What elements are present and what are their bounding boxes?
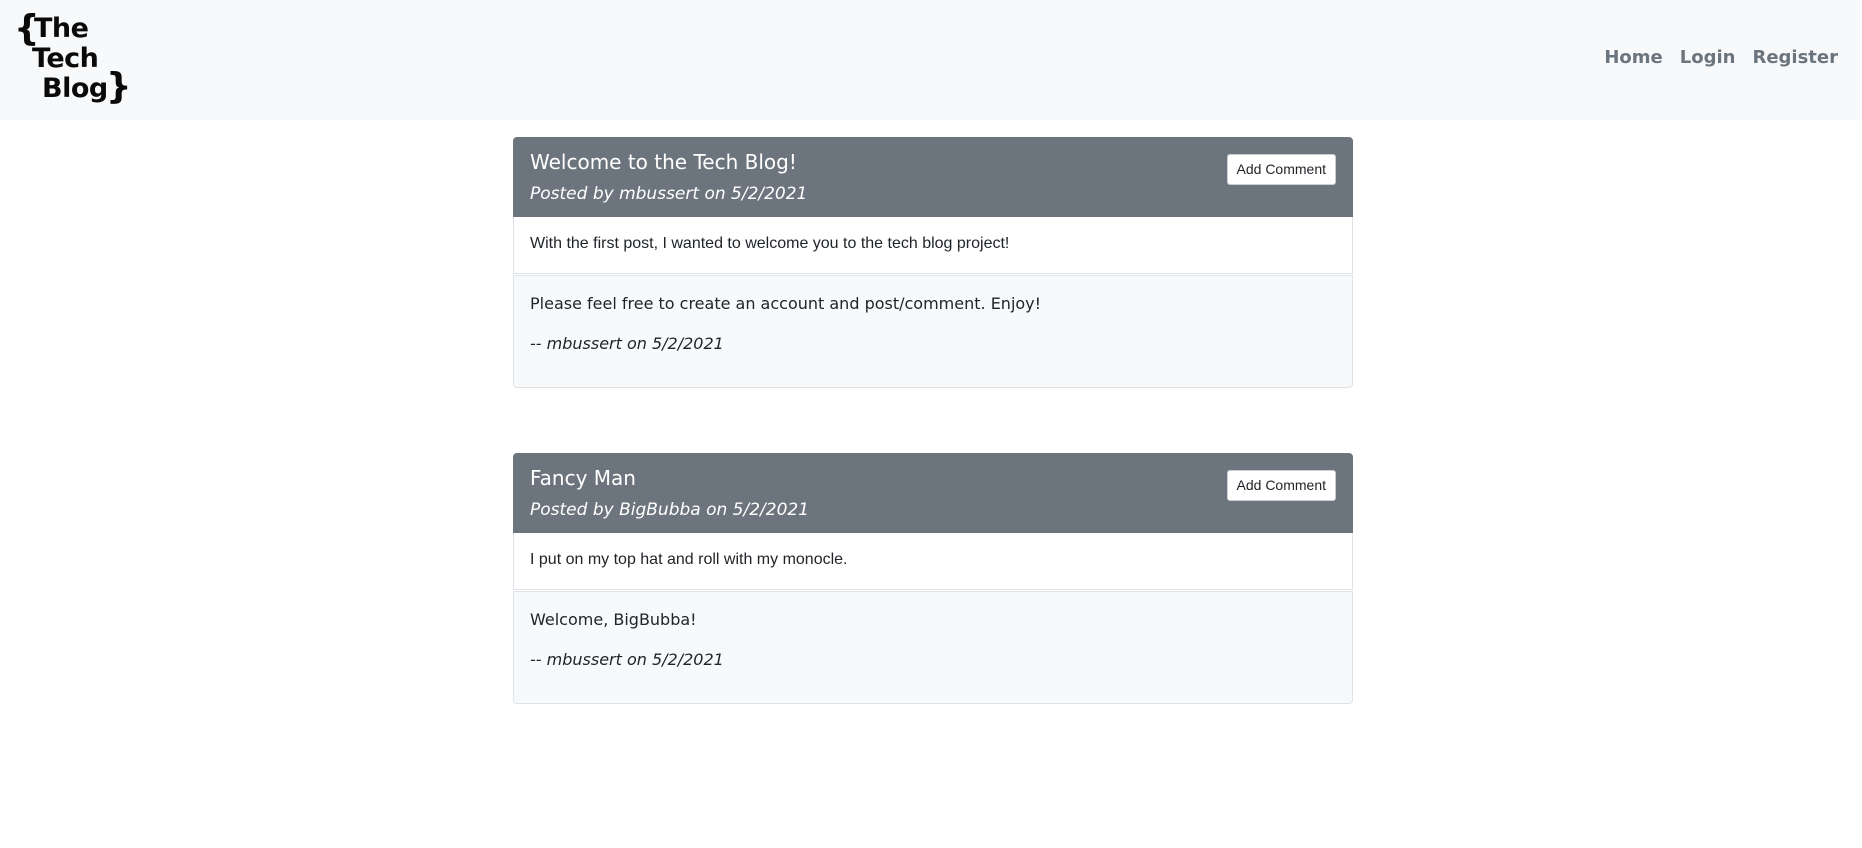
site-logo[interactable]: { The Tech Blog }	[14, 11, 132, 109]
logo-word-tech: Tech	[32, 43, 99, 74]
nav-link-register[interactable]: Register	[1752, 46, 1838, 70]
post-body: With the first post, I wanted to welcome…	[513, 217, 1353, 274]
add-comment-button[interactable]: Add Comment	[1226, 154, 1336, 185]
comment-card: Please feel free to create an account an…	[513, 275, 1353, 388]
add-comment-button[interactable]: Add Comment	[1226, 470, 1336, 501]
comment-author: -- mbussert on 5/2/2021	[530, 650, 724, 669]
navbar: { The Tech Blog } Home Login Register	[0, 0, 1862, 120]
post-meta: Posted by mbussert on 5/2/2021	[530, 184, 808, 204]
logo-brace-close: }	[106, 66, 132, 107]
comment-card: Welcome, BigBubba! -- mbussert on 5/2/20…	[513, 591, 1353, 704]
post-title: Fancy Man	[530, 466, 636, 490]
post-title: Welcome to the Tech Blog!	[530, 150, 797, 174]
post-header: Welcome to the Tech Blog! Posted by mbus…	[513, 137, 1353, 217]
post-card: Fancy Man Posted by BigBubba on 5/2/2021…	[513, 453, 1353, 704]
comment-text: Welcome, BigBubba!	[530, 610, 697, 629]
logo-word-blog: Blog	[42, 73, 108, 104]
comment-text: Please feel free to create an account an…	[530, 294, 1042, 313]
nav-link-home[interactable]: Home	[1604, 46, 1662, 70]
post-meta: Posted by BigBubba on 5/2/2021	[530, 500, 810, 520]
nav-link-login[interactable]: Login	[1680, 46, 1736, 70]
post-body: I put on my top hat and roll with my mon…	[513, 533, 1353, 590]
post-header: Fancy Man Posted by BigBubba on 5/2/2021…	[513, 453, 1353, 533]
nav-menu: Home Login Register	[1604, 46, 1838, 70]
logo-word-the: The	[34, 13, 89, 44]
post-card: Welcome to the Tech Blog! Posted by mbus…	[513, 137, 1353, 388]
comment-author: -- mbussert on 5/2/2021	[530, 334, 724, 353]
